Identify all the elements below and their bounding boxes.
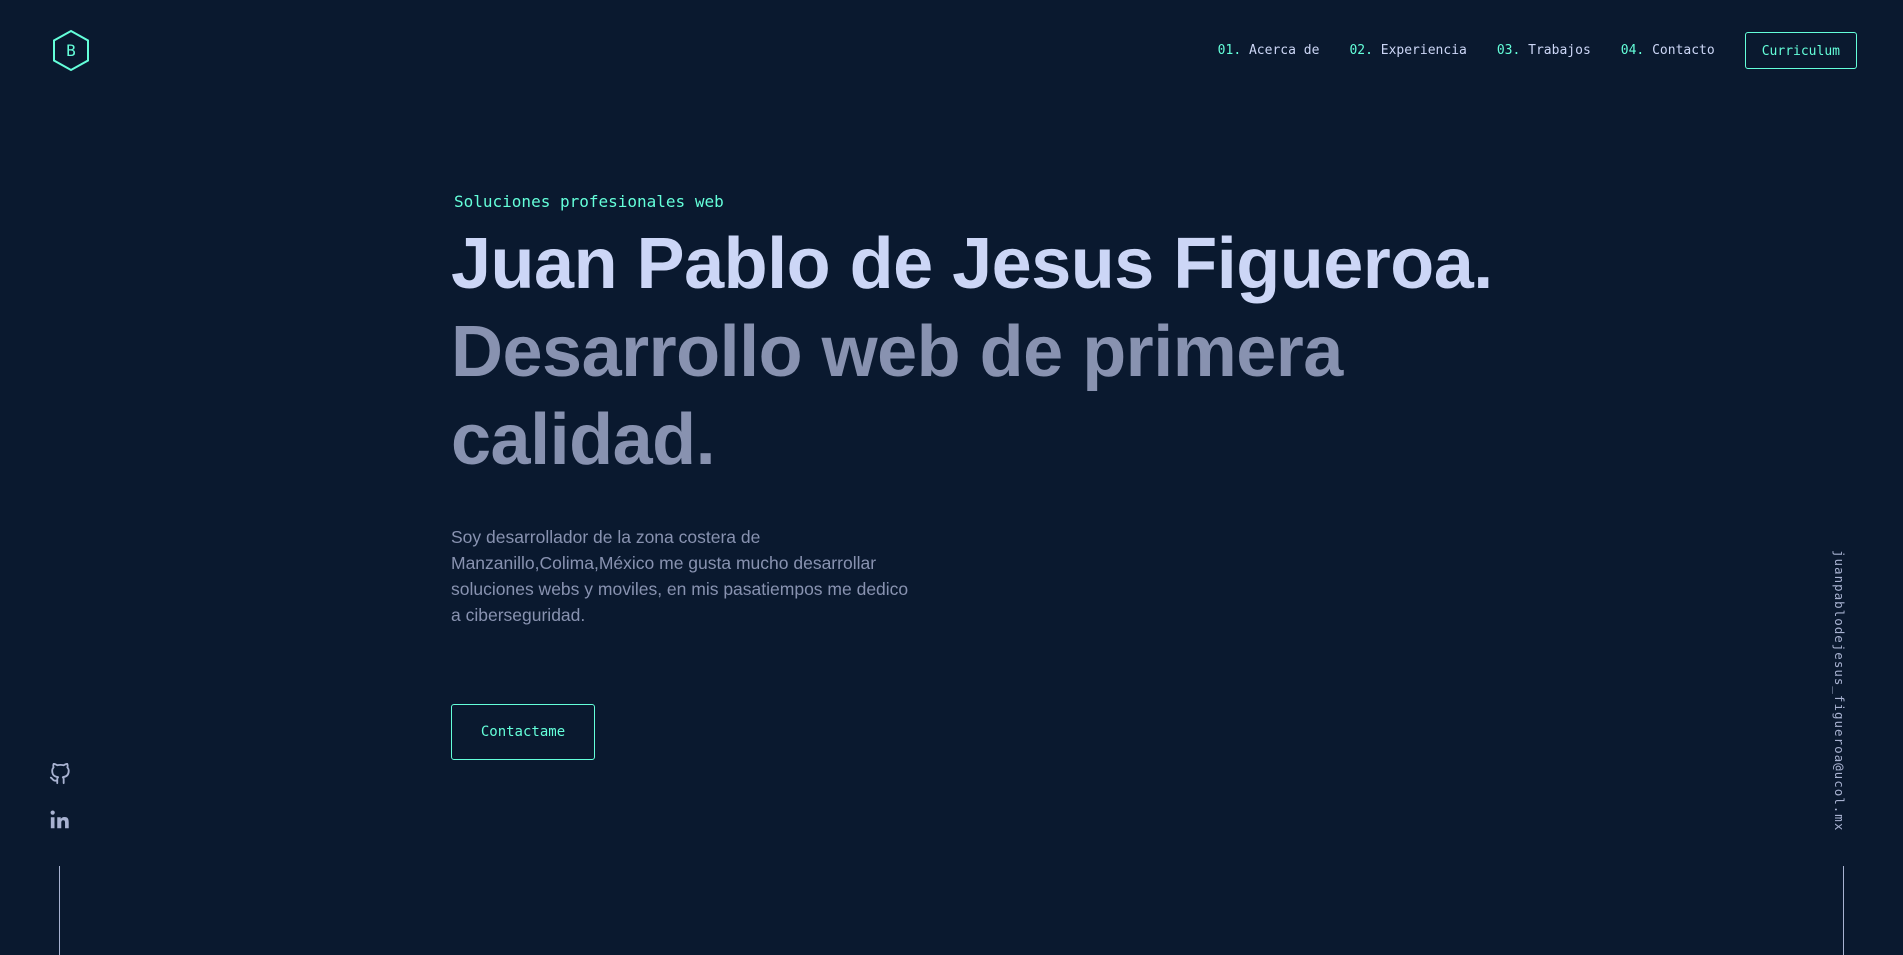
nav-label: Contacto [1652, 43, 1715, 58]
github-icon [49, 763, 70, 785]
right-divider-line [1843, 866, 1844, 955]
hero-intro: Soluciones profesionales web [454, 192, 724, 211]
logo[interactable]: B [51, 29, 91, 72]
nav-label: Experiencia [1380, 43, 1467, 58]
logo-letter: B [66, 41, 76, 60]
social-links [48, 762, 72, 855]
nav-label: Acerca de [1248, 43, 1320, 58]
nav-label: Trabajos [1528, 43, 1591, 58]
site-header: B 01. Acerca de 02. Experiencia 03. Trab… [0, 0, 1903, 100]
nav-number: 02. [1349, 43, 1373, 58]
hero-description: Soy desarrollador de la zona costera de … [451, 527, 909, 625]
nav-link-experience[interactable]: 02. Experiencia [1349, 43, 1466, 58]
nav-link-contact[interactable]: 04. Contacto [1621, 43, 1715, 58]
left-divider-line [59, 866, 60, 955]
hero-name: Juan Pablo de Jesus Figueroa. [451, 224, 1493, 304]
nav-number: 04. [1620, 43, 1645, 58]
linkedin-icon [50, 810, 69, 829]
hero-section: Soluciones profesionales web Juan Pablo … [451, 190, 1493, 760]
contact-button[interactable]: Contactame [451, 704, 595, 760]
email-link[interactable]: juanpablodejesus_figueroa@ucol.mx [1832, 550, 1847, 831]
nav-number: 01. [1217, 43, 1242, 58]
hero-tagline: Desarrollo web de primera calidad. [451, 312, 1343, 480]
resume-button[interactable]: Curriculum [1744, 32, 1857, 69]
linkedin-link[interactable] [48, 809, 72, 833]
main-nav: 01. Acerca de 02. Experiencia 03. Trabaj… [1218, 31, 1857, 70]
nav-number: 03. [1496, 43, 1521, 58]
github-link[interactable] [48, 763, 72, 787]
nav-link-work[interactable]: 03. Trabajos [1497, 43, 1591, 58]
nav-link-about[interactable]: 01. Acerca de [1218, 43, 1320, 58]
